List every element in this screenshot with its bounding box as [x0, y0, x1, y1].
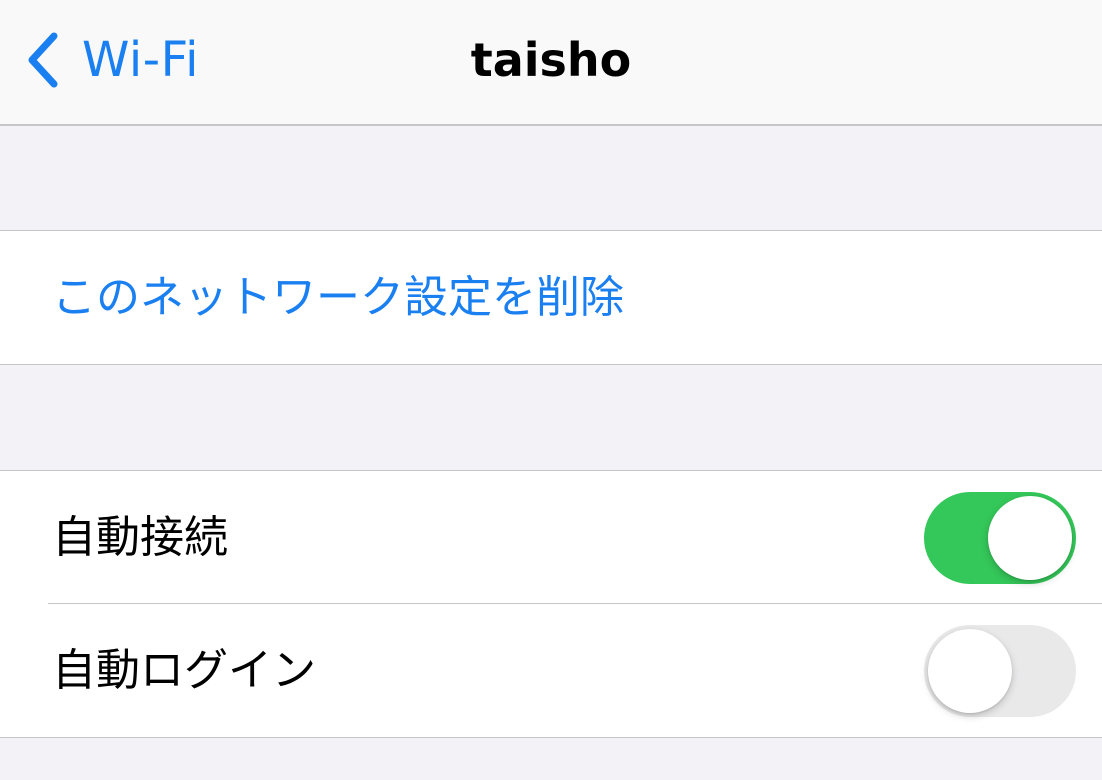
- auto-join-toggle[interactable]: [924, 492, 1076, 584]
- auto-login-row: 自動ログイン: [0, 604, 1102, 737]
- forget-network-button[interactable]: このネットワーク設定を削除: [0, 231, 1102, 364]
- auto-login-label: 自動ログイン: [52, 645, 316, 696]
- page-title: taisho: [470, 33, 632, 87]
- auto-login-toggle[interactable]: [924, 625, 1076, 717]
- toggle-knob: [988, 496, 1072, 580]
- forget-network-group: このネットワーク設定を削除: [0, 230, 1102, 365]
- auto-join-label: 自動接続: [52, 512, 228, 563]
- auto-join-row: 自動接続: [0, 471, 1102, 604]
- toggle-knob: [928, 629, 1012, 713]
- forget-network-label: このネットワーク設定を削除: [52, 272, 624, 323]
- settings-group: 自動接続 自動ログイン: [0, 470, 1102, 738]
- navigation-bar: Wi-Fi taisho: [0, 0, 1102, 126]
